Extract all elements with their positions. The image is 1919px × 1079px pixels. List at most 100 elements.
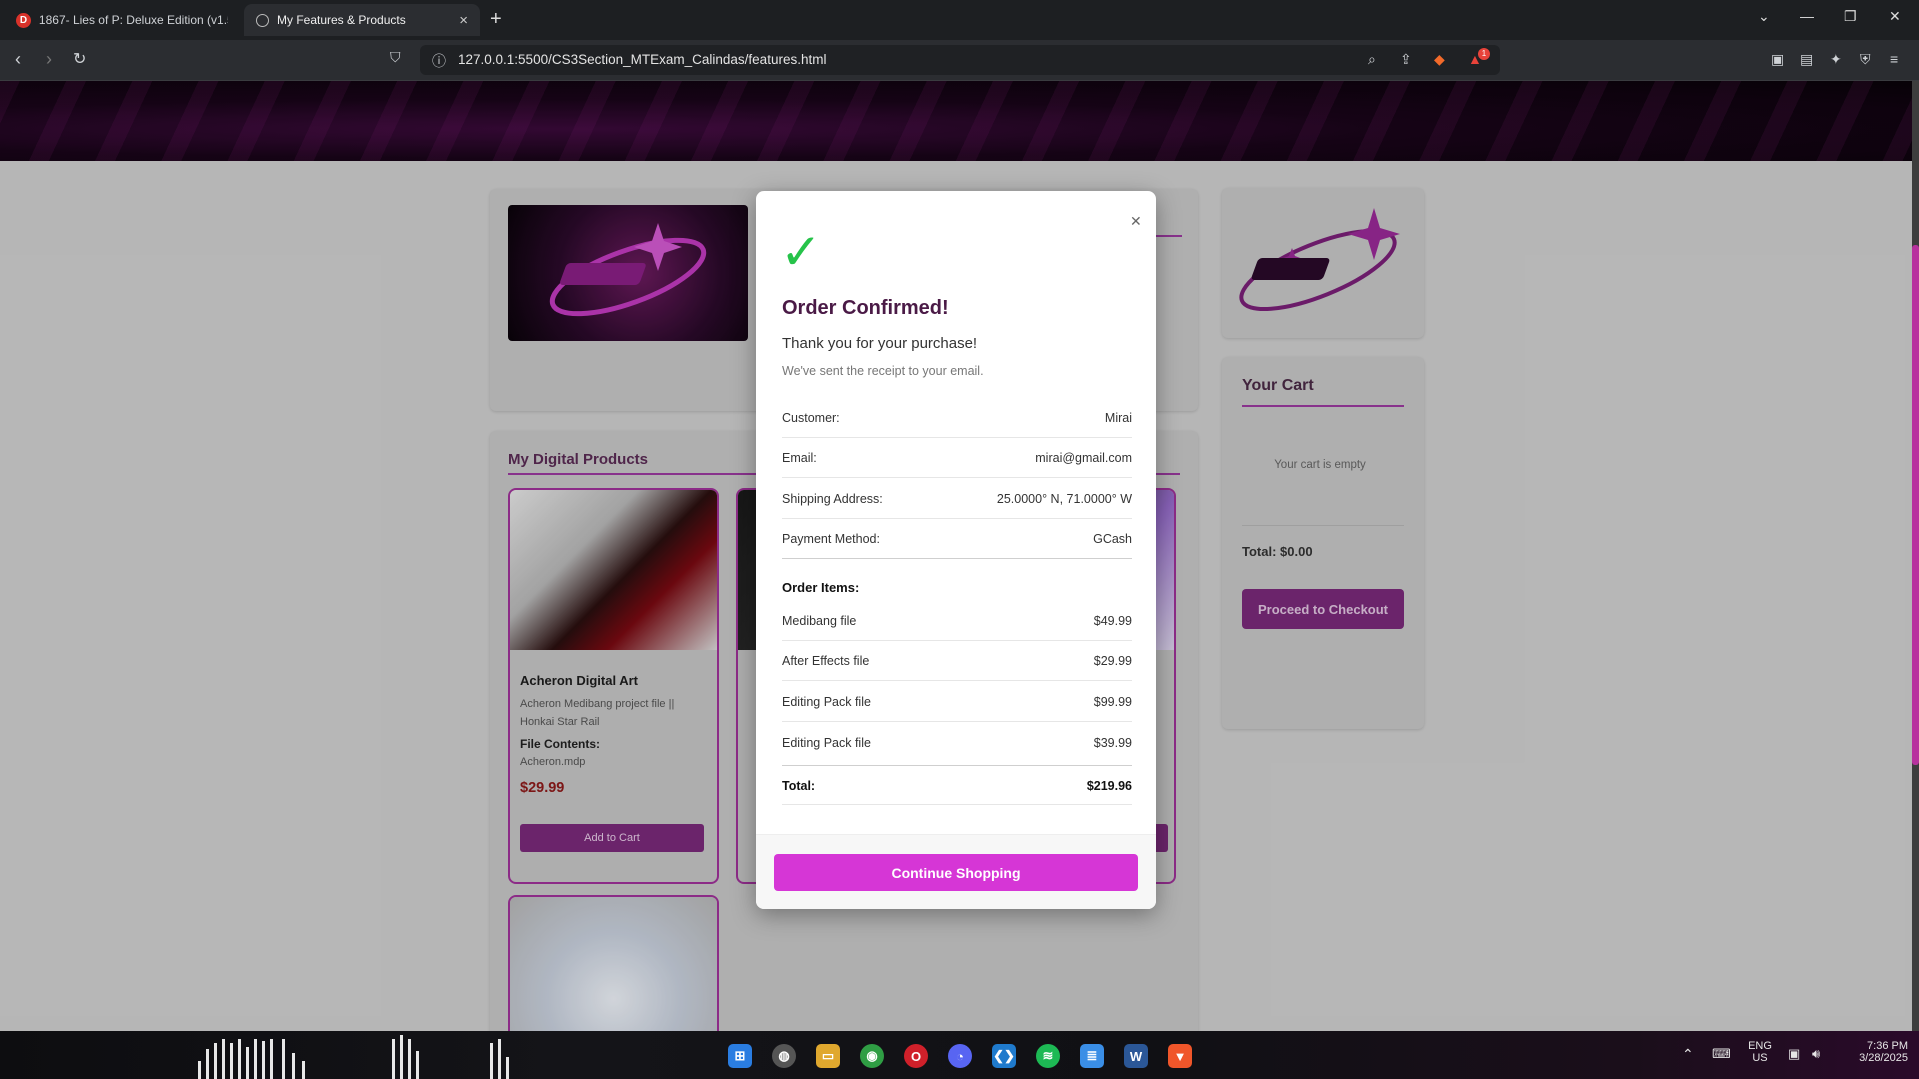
audio-visualizer-bar (262, 1041, 265, 1079)
audio-visualizer-bar (498, 1039, 501, 1079)
windows-start-icon[interactable]: ⊞ (728, 1044, 752, 1068)
detail-label: Payment Method: (782, 532, 880, 546)
order-total-row: Total: $219.96 (782, 765, 1132, 805)
tab-list-chevron-icon[interactable]: ⌄ (1758, 8, 1770, 25)
detail-value: 25.0000° N, 71.0000° W (996, 492, 1132, 506)
clock-time: 7:36 PM (1867, 1040, 1908, 1052)
receipt-note: We've sent the receipt to your email. (782, 364, 984, 378)
detail-value: Mirai (1104, 411, 1132, 425)
vscode-icon[interactable]: ❮❯ (992, 1044, 1016, 1068)
item-price: $29.99 (1093, 654, 1132, 668)
item-name: Editing Pack file (782, 736, 871, 750)
url-text: 127.0.0.1:5500/CS3Section_MTExam_Calinda… (458, 52, 827, 67)
address-bar[interactable]: ⓘ 127.0.0.1:5500/CS3Section_MTExam_Calin… (420, 45, 1500, 75)
region-code: US (1752, 1052, 1768, 1064)
d-favicon-icon: D (16, 12, 31, 28)
detail-value: GCash (1093, 532, 1132, 546)
item-name: Editing Pack file (782, 695, 871, 709)
audio-visualizer-bar (246, 1047, 249, 1079)
continue-shopping-button[interactable]: Continue Shopping (774, 854, 1138, 891)
audio-visualizer-bar (302, 1061, 305, 1079)
close-icon[interactable]: ✕ (1130, 213, 1142, 230)
notepad-icon[interactable]: ≣ (1080, 1044, 1104, 1068)
detail-label: Shipping Address: (782, 492, 883, 506)
detail-row-email: Email: mirai@gmail.com (782, 438, 1132, 478)
clock-date: 3/28/2025 (1859, 1052, 1908, 1064)
opera-icon[interactable]: O (904, 1044, 928, 1068)
menu-icon[interactable]: ≡ (1890, 51, 1898, 67)
zoom-icon[interactable]: ⌕ (1368, 51, 1376, 68)
keyboard-icon[interactable]: ⌨ (1712, 1046, 1731, 1062)
close-window-icon[interactable]: ✕ (1889, 8, 1901, 25)
order-item-row: After Effects file $29.99 (782, 641, 1132, 681)
word-icon[interactable]: W (1124, 1044, 1148, 1068)
tab-strip: D 1867- Lies of P: Deluxe Edition (v1.5 … (0, 0, 1919, 40)
item-name: Medibang file (782, 614, 857, 628)
detail-row-payment: Payment Method: GCash (782, 519, 1132, 559)
chrome-icon[interactable]: ◉ (860, 1044, 884, 1068)
sidebar-icon[interactable]: ▣ (1771, 51, 1784, 68)
file-explorer-icon[interactable]: ▭ (816, 1044, 840, 1068)
spotify-icon[interactable]: ≋ (1036, 1044, 1060, 1068)
language-code: ENG (1748, 1040, 1772, 1052)
item-price: $39.99 (1093, 736, 1132, 750)
item-name: After Effects file (782, 654, 870, 668)
discord-icon[interactable]: ◔ (948, 1044, 972, 1068)
detail-label: Customer: (782, 411, 840, 425)
network-icon[interactable]: ▣ (1788, 1046, 1800, 1062)
audio-visualizer-bar (214, 1043, 217, 1079)
audio-visualizer-bar (282, 1039, 285, 1079)
thank-you-message: Thank you for your purchase! (782, 335, 978, 352)
audio-visualizer-bar (416, 1051, 419, 1079)
checkmark-icon: ✓ (780, 224, 822, 280)
restore-icon[interactable]: ❐ (1844, 8, 1857, 25)
audio-visualizer-bar (230, 1043, 233, 1079)
forward-icon[interactable]: › (46, 49, 52, 70)
audio-visualizer-bar (506, 1057, 509, 1079)
language-indicator[interactable]: ENG US (1745, 1040, 1775, 1064)
page-scrollbar-thumb[interactable] (1912, 245, 1919, 765)
order-items-heading: Order Items: (782, 580, 860, 595)
audio-visualizer-bar (270, 1039, 273, 1079)
world-app-icon[interactable]: ◍ (772, 1044, 796, 1068)
tray-chevron-icon[interactable]: ⌃ (1682, 1046, 1694, 1063)
leo-ai-icon[interactable]: ✦ (1830, 51, 1842, 68)
total-label: Total: (782, 779, 816, 793)
detail-value: mirai@gmail.com (1035, 451, 1132, 465)
detail-label: Email: (782, 451, 817, 465)
rewards-badge: 1 (1478, 48, 1490, 60)
audio-visualizer-bar (198, 1061, 201, 1079)
audio-visualizer-bar (254, 1039, 257, 1079)
order-item-row: Editing Pack file $39.99 (782, 723, 1132, 763)
detail-row-customer: Customer: Mirai (782, 398, 1132, 438)
tab-features-products[interactable]: My Features & Products × (244, 4, 480, 36)
total-value: $219.96 (1086, 779, 1132, 793)
vpn-icon[interactable]: ⛨ (1860, 51, 1871, 68)
browser-toolbar: ‹ › ↻ ⛉ ⓘ 127.0.0.1:5500/CS3Section_MTEx… (0, 40, 1919, 81)
brave-shields-icon[interactable]: ◆ (1434, 51, 1445, 68)
globe-favicon-icon (256, 13, 269, 27)
tab-lies-of-p[interactable]: D 1867- Lies of P: Deluxe Edition (v1.5 (4, 4, 240, 36)
order-item-row: Editing Pack file $99.99 (782, 682, 1132, 722)
brave-browser-icon[interactable]: ▼ (1168, 1044, 1192, 1068)
audio-visualizer-bar (400, 1035, 403, 1079)
item-price: $49.99 (1093, 614, 1132, 628)
volume-icon[interactable]: 🔊︎ (1812, 1046, 1820, 1062)
audio-visualizer-bar (222, 1039, 225, 1079)
clock[interactable]: 7:36 PM 3/28/2025 (1838, 1040, 1908, 1064)
new-tab-icon[interactable]: + (490, 8, 502, 31)
tab-close-icon[interactable]: × (459, 12, 468, 29)
site-info-icon[interactable]: ⓘ (432, 51, 446, 71)
audio-visualizer-bar (238, 1039, 241, 1079)
share-icon[interactable]: ⇪ (1400, 51, 1412, 68)
audio-visualizer-bar (490, 1043, 493, 1079)
wallet-icon[interactable]: ▤ (1800, 51, 1813, 68)
back-icon[interactable]: ‹ (15, 49, 21, 70)
tab-label: 1867- Lies of P: Deluxe Edition (v1.5 (38, 13, 228, 27)
audio-visualizer-bar (392, 1039, 395, 1079)
bookmark-icon[interactable]: ⛉ (390, 49, 401, 66)
modal-title: Order Confirmed! (782, 297, 949, 319)
detail-row-shipping: Shipping Address: 25.0000° N, 71.0000° W (782, 479, 1132, 519)
reload-icon[interactable]: ↻ (73, 49, 86, 69)
minimize-icon[interactable]: — (1800, 8, 1814, 24)
